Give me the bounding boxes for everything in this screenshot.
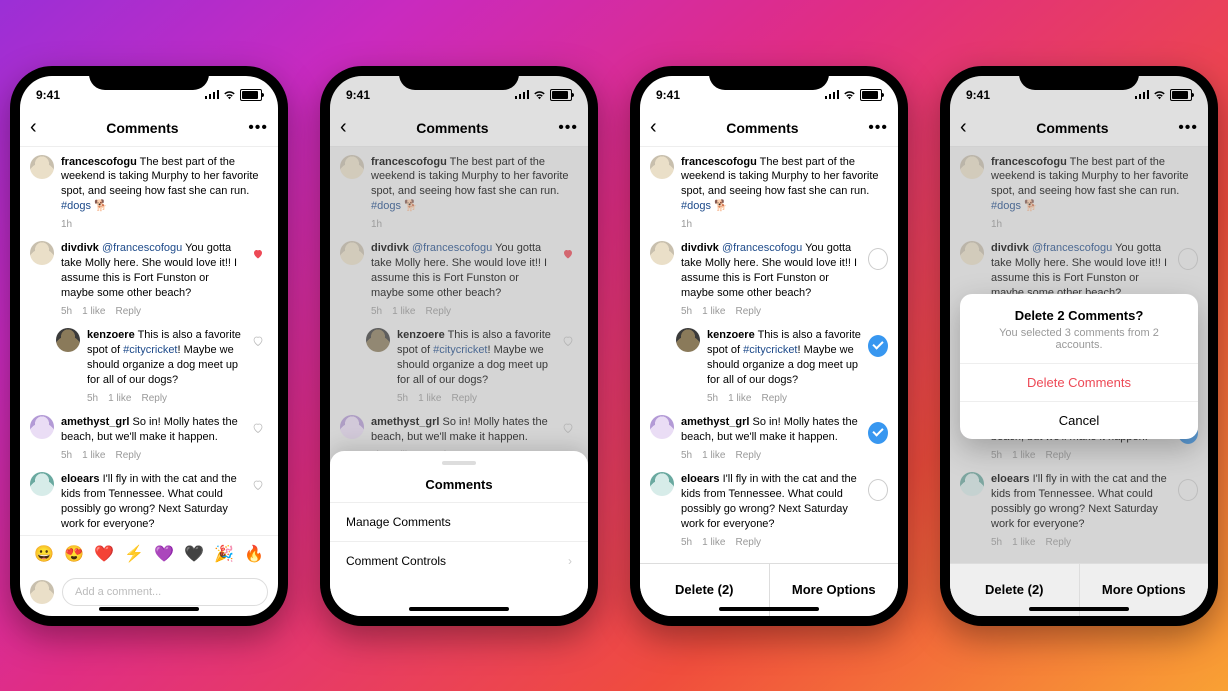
more-icon[interactable]: ••• xyxy=(868,119,888,137)
wifi-icon xyxy=(223,90,236,100)
battery-icon xyxy=(240,89,262,101)
status-time: 9:41 xyxy=(36,88,60,102)
notch xyxy=(89,66,209,90)
username[interactable]: amethyst_grl xyxy=(61,416,129,428)
comments-list[interactable]: francescofogu The best part of the weeke… xyxy=(640,147,898,616)
select-checkbox[interactable] xyxy=(868,248,888,270)
phone-3: 9:41 ‹ Comments ••• francescofogu The be… xyxy=(630,66,908,626)
more-icon[interactable]: ••• xyxy=(248,119,268,137)
page-title: Comments xyxy=(726,120,798,136)
back-icon[interactable]: ‹ xyxy=(650,116,657,139)
comment-row: eloears I'll fly in with the cat and the… xyxy=(20,464,278,534)
emoji-button[interactable]: 🎉 xyxy=(214,544,234,564)
delete-comments-button[interactable]: Delete Comments xyxy=(960,363,1198,401)
avatar[interactable] xyxy=(30,415,54,439)
like-icon[interactable] xyxy=(252,335,264,347)
home-indicator[interactable] xyxy=(719,607,819,611)
wifi-icon xyxy=(843,90,856,100)
avatar[interactable] xyxy=(676,328,700,352)
avatar[interactable] xyxy=(30,472,54,496)
username[interactable]: kenzoere xyxy=(87,329,135,341)
select-checkbox[interactable] xyxy=(868,479,888,501)
signal-icon xyxy=(825,90,839,99)
battery-icon xyxy=(860,89,882,101)
avatar[interactable] xyxy=(30,155,54,179)
emoji-button[interactable]: 😍 xyxy=(64,544,84,564)
like-icon[interactable] xyxy=(252,422,264,434)
select-checkbox[interactable] xyxy=(868,335,888,357)
signal-icon xyxy=(205,90,219,99)
hashtag[interactable]: #citycricket xyxy=(123,344,177,356)
emoji-quickbar: 😀 😍 ❤️ ⚡ 💜 🖤 🎉 🔥 xyxy=(20,535,278,572)
navbar: ‹ Comments ••• xyxy=(20,110,278,147)
emoji-button[interactable]: 😀 xyxy=(34,544,54,564)
back-icon[interactable]: ‹ xyxy=(30,116,37,139)
avatar[interactable] xyxy=(650,155,674,179)
hashtag[interactable]: #dogs xyxy=(61,200,91,212)
phone-2: 9:41 ‹ Comments ••• francescofogu The be… xyxy=(320,66,598,626)
avatar xyxy=(30,580,54,604)
sheet-title: Comments xyxy=(330,473,588,502)
username[interactable]: divdivk xyxy=(61,242,99,254)
like-icon[interactable] xyxy=(252,479,264,491)
phone-1: 9:41 ‹ Comments ••• francescofogu The be… xyxy=(10,66,288,626)
emoji-button[interactable]: 🖤 xyxy=(184,544,204,564)
navbar: ‹ Comments ••• xyxy=(640,110,898,147)
chevron-right-icon: › xyxy=(568,554,572,568)
comment-controls-row[interactable]: Comment Controls› xyxy=(330,541,588,580)
grab-handle[interactable] xyxy=(442,461,476,465)
avatar[interactable] xyxy=(650,472,674,496)
username[interactable]: francescofogu xyxy=(61,156,137,168)
select-checkbox[interactable] xyxy=(868,422,888,444)
notch xyxy=(709,66,829,90)
comment-reply-row: kenzoere This is also a favorite spot of… xyxy=(20,320,278,407)
emoji-button[interactable]: ❤️ xyxy=(94,544,114,564)
alert-subtitle: You selected 3 comments from 2 accounts. xyxy=(960,327,1198,363)
comment-input[interactable]: Add a comment... xyxy=(62,578,268,606)
delete-alert: Delete 2 Comments? You selected 3 commen… xyxy=(960,294,1198,439)
username[interactable]: eloears xyxy=(61,473,100,485)
manage-comments-row[interactable]: Manage Comments xyxy=(330,502,588,541)
home-indicator[interactable] xyxy=(1029,607,1129,611)
emoji-button[interactable]: 🔥 xyxy=(244,544,264,564)
mention[interactable]: @francescofogu xyxy=(102,242,182,254)
avatar[interactable] xyxy=(30,241,54,265)
alert-title: Delete 2 Comments? xyxy=(960,294,1198,327)
comment-row: francescofogu The best part of the weeke… xyxy=(20,147,278,234)
avatar[interactable] xyxy=(56,328,80,352)
emoji-button[interactable]: 💜 xyxy=(154,544,174,564)
comment-row: divdivk @francescofogu You gotta take Mo… xyxy=(20,233,278,320)
action-sheet: Comments Manage Comments Comment Control… xyxy=(330,451,588,616)
home-indicator[interactable] xyxy=(99,607,199,611)
emoji-button[interactable]: ⚡ xyxy=(124,544,144,564)
status-time: 9:41 xyxy=(656,88,680,102)
cancel-button[interactable]: Cancel xyxy=(960,401,1198,439)
page-title: Comments xyxy=(106,120,178,136)
comment-row: amethyst_grl So in! Molly hates the beac… xyxy=(20,407,278,464)
avatar[interactable] xyxy=(650,415,674,439)
like-icon[interactable] xyxy=(252,248,264,260)
avatar[interactable] xyxy=(650,241,674,265)
phone-4: 9:41 ‹ Comments ••• francescofogu The be… xyxy=(940,66,1218,626)
home-indicator[interactable] xyxy=(409,607,509,611)
comments-list[interactable]: francescofogu The best part of the weeke… xyxy=(20,147,278,535)
